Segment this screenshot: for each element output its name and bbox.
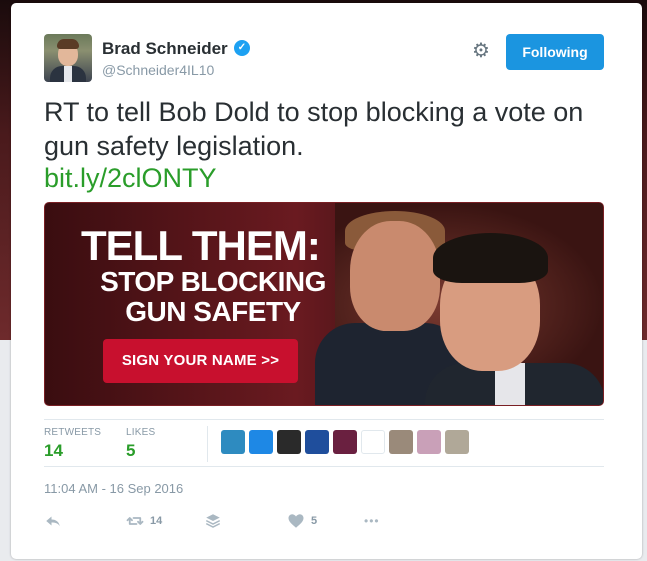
media-subhead-line1: STOP BLOCKING <box>100 266 326 297</box>
tweet-card: Brad Schneider ✓ @Schneider4IL10 ⚙ Follo… <box>11 3 642 559</box>
tweet-timestamp[interactable]: 11:04 AM - 16 Sep 2016 <box>44 481 183 496</box>
buffer-button[interactable] <box>204 511 222 531</box>
author-handle[interactable]: @Schneider4IL10 <box>102 62 214 78</box>
person-left <box>350 221 440 331</box>
verified-badge-icon: ✓ <box>234 40 250 56</box>
liker-avatar-6[interactable] <box>361 430 385 454</box>
reply-icon <box>46 516 60 527</box>
tweet-media-image[interactable]: TELL THEM: STOP BLOCKING GUN SAFETY SIGN… <box>44 202 604 406</box>
liker-avatar-7[interactable] <box>389 430 413 454</box>
media-headline: TELL THEM: <box>81 222 321 269</box>
liker-avatar-8[interactable] <box>417 430 441 454</box>
gear-icon[interactable]: ⚙ <box>471 41 491 61</box>
media-subhead: STOP BLOCKING GUN SAFETY <box>83 267 343 327</box>
liker-avatar-9[interactable] <box>445 430 469 454</box>
liker-avatars <box>221 430 469 454</box>
retweet-count: 14 <box>150 515 163 527</box>
divider <box>44 466 604 467</box>
more-options-button[interactable]: ••• <box>364 511 380 531</box>
retweet-button[interactable]: 14 <box>126 511 162 531</box>
divider <box>44 419 604 420</box>
heart-icon <box>288 514 304 528</box>
author-avatar[interactable] <box>44 34 92 82</box>
divider <box>207 426 208 462</box>
tweet-text: RT to tell Bob Dold to stop blocking a v… <box>44 97 584 161</box>
buffer-stack-icon <box>205 514 221 528</box>
liker-avatar-1[interactable] <box>221 430 245 454</box>
following-button[interactable]: Following <box>506 34 604 70</box>
author-name[interactable]: Brad Schneider <box>102 39 228 59</box>
likes-label: LIKES <box>126 427 156 438</box>
retweets-label: RETWEETS <box>44 427 102 438</box>
tweet-link[interactable]: bit.ly/2clONTY <box>44 161 217 195</box>
like-count: 5 <box>311 515 318 527</box>
media-subhead-line2: GUN SAFETY <box>125 296 301 327</box>
liker-avatar-2[interactable] <box>249 430 273 454</box>
liker-avatar-3[interactable] <box>277 430 301 454</box>
reply-button[interactable] <box>44 511 62 531</box>
more-dots-icon: ••• <box>364 514 380 528</box>
liker-avatar-5[interactable] <box>333 430 357 454</box>
retweet-icon <box>126 517 144 525</box>
media-sign-button: SIGN YOUR NAME >> <box>103 339 298 383</box>
like-button[interactable]: 5 <box>287 511 317 531</box>
retweets-count[interactable]: 14 <box>44 441 63 461</box>
liker-avatar-4[interactable] <box>305 430 329 454</box>
likes-count[interactable]: 5 <box>126 441 135 461</box>
